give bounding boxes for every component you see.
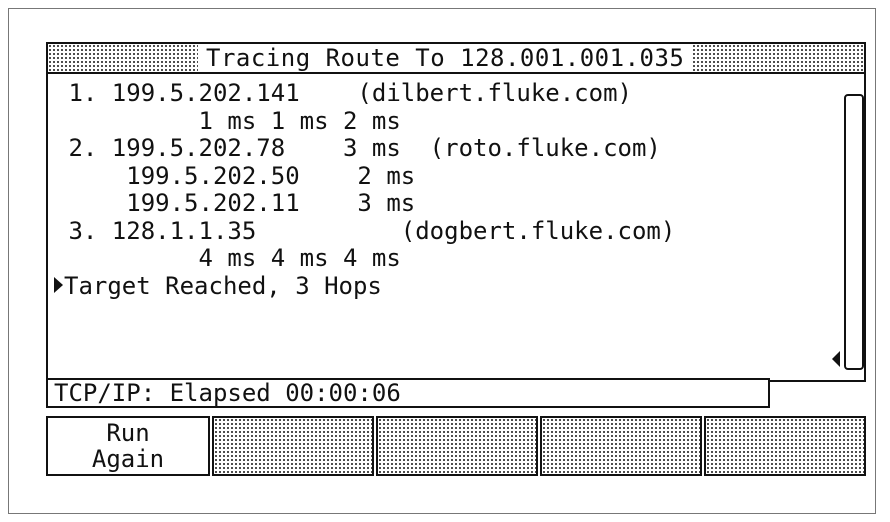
trace-results-list: 1. 199.5.202.141 (dilbert.fluke.com) 1 m…	[54, 79, 824, 301]
trace-result-line: Target Reached, 3 Hops	[54, 271, 824, 301]
trace-line: 1. 199.5.202.141 (dilbert.fluke.com)	[54, 79, 632, 107]
run-again-button-label: Run Again	[91, 419, 165, 473]
right-triangle-icon	[54, 276, 63, 293]
trace-line: 2. 199.5.202.78 3 ms (roto.fluke.com)	[54, 134, 661, 162]
softkey-2-button[interactable]	[212, 416, 374, 476]
page-title: Tracing Route To 128.001.001.035	[198, 44, 693, 72]
trace-result-text: Target Reached, 3 Hops	[64, 271, 382, 300]
trace-line: 3. 128.1.1.35 (dogbert.fluke.com)	[54, 216, 676, 245]
softkey-4-button[interactable]	[540, 416, 702, 476]
run-again-button[interactable]: Run Again	[46, 416, 210, 476]
trace-line: 4 ms 4 ms 4 ms	[54, 244, 401, 272]
title-bar: Tracing Route To 128.001.001.035	[48, 44, 864, 74]
trace-line: 199.5.202.11 3 ms	[54, 189, 416, 217]
scrollbar[interactable]	[844, 94, 864, 370]
softkey-3-button[interactable]	[376, 416, 538, 476]
trace-line: 1 ms 1 ms 2 ms	[54, 106, 401, 135]
softkey-5-button[interactable]	[704, 416, 866, 476]
status-bar: TCP/IP: Elapsed 00:00:06	[46, 378, 770, 408]
left-triangle-icon	[832, 351, 840, 367]
trace-line: 199.5.202.50 2 ms	[54, 161, 416, 190]
trace-route-screen: Tracing Route To 128.001.001.035 1. 199.…	[46, 42, 866, 382]
softkey-bar: Run Again	[46, 416, 866, 476]
